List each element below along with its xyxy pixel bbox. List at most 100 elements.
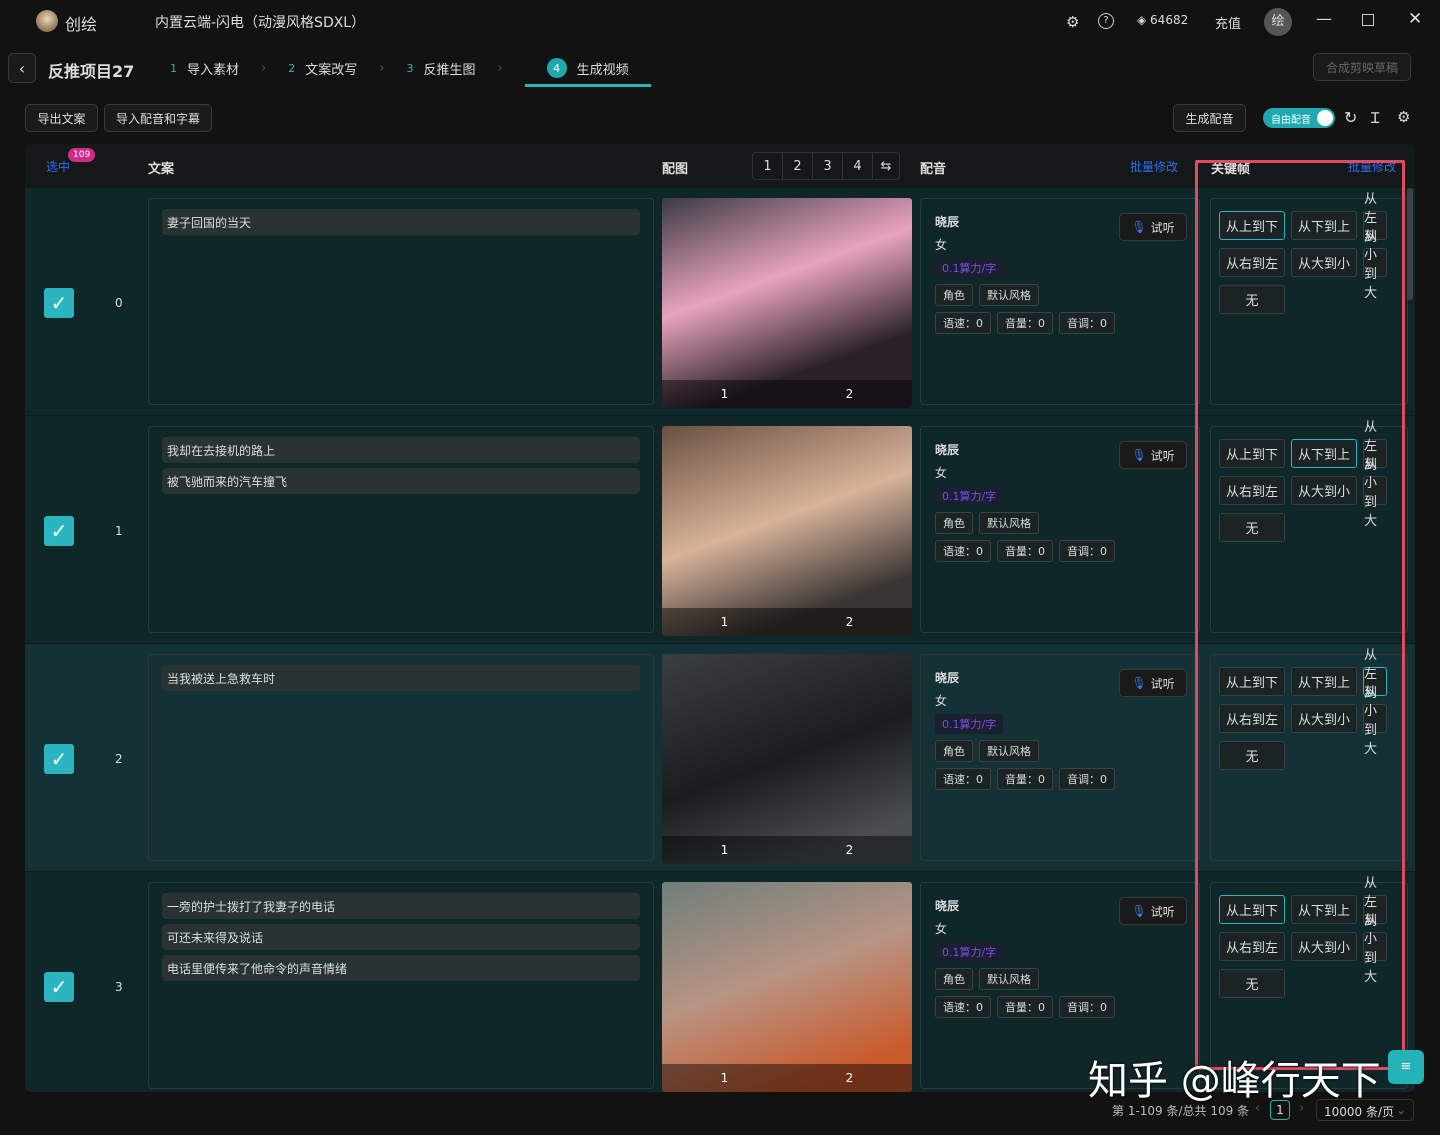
pitch-tag[interactable]: 音调：0: [1059, 540, 1115, 562]
next-page-button[interactable]: ›: [1299, 1101, 1304, 1116]
volume-tag[interactable]: 音量：0: [997, 996, 1053, 1018]
role-tag[interactable]: 角色: [935, 740, 973, 762]
volume-tag[interactable]: 音量：0: [997, 540, 1053, 562]
keyframe-option[interactable]: 从小到大: [1363, 229, 1387, 301]
step-generate-image[interactable]: 3 反推生图: [406, 59, 475, 78]
text-line[interactable]: 妻子回国的当天: [162, 209, 640, 235]
compose-draft-button[interactable]: 合成剪映草稿: [1313, 53, 1411, 81]
text-line[interactable]: 可还未来得及说话: [162, 924, 640, 950]
text-cursor-icon[interactable]: Ɪ: [1371, 108, 1379, 128]
credits[interactable]: ◈ 64682: [1137, 13, 1188, 27]
generate-voice-button[interactable]: 生成配音: [1173, 104, 1246, 132]
keyframe-option[interactable]: 从上到下: [1219, 895, 1285, 924]
speed-tag[interactable]: 语速：0: [935, 312, 991, 334]
page-2-button[interactable]: 2: [783, 153, 813, 179]
batch-edit-keyframe-link[interactable]: 批量修改: [1348, 158, 1396, 175]
select-all-link[interactable]: 选中: [46, 158, 70, 175]
batch-edit-voice-link[interactable]: 批量修改: [1130, 158, 1178, 175]
image-page-1[interactable]: 1: [721, 1071, 729, 1085]
scrollbar[interactable]: [1407, 188, 1413, 300]
style-tag[interactable]: 默认风格: [979, 740, 1039, 762]
image-page-1[interactable]: 1: [721, 615, 729, 629]
current-page[interactable]: 1: [1270, 1100, 1290, 1120]
prev-page-button[interactable]: ‹: [1255, 1101, 1260, 1116]
listen-button[interactable]: 🎙 试听: [1119, 669, 1187, 697]
text-line[interactable]: 电话里便传来了他命令的声音情绪: [162, 955, 640, 981]
image-page-1[interactable]: 1: [721, 843, 729, 857]
storyboard-image[interactable]: 12: [662, 882, 912, 1092]
volume-tag[interactable]: 音量：0: [997, 312, 1053, 334]
keyframe-option[interactable]: 从下到上: [1291, 211, 1357, 240]
role-tag[interactable]: 角色: [935, 512, 973, 534]
keyframe-option[interactable]: 从大到小: [1291, 932, 1357, 961]
role-tag[interactable]: 角色: [935, 284, 973, 306]
text-line[interactable]: 当我被送上急救车时: [162, 665, 640, 691]
step-rewrite[interactable]: 2 文案改写: [288, 59, 357, 78]
style-tag[interactable]: 默认风格: [979, 512, 1039, 534]
storyboard-image[interactable]: 12: [662, 654, 912, 864]
import-voice-button[interactable]: 导入配音和字幕: [104, 104, 212, 132]
image-page-2[interactable]: 2: [846, 387, 854, 401]
recharge-button[interactable]: 充值: [1215, 13, 1241, 32]
row-checkbox[interactable]: ✓: [44, 972, 74, 1002]
minimize-button[interactable]: —: [1316, 9, 1332, 28]
pitch-tag[interactable]: 音调：0: [1059, 312, 1115, 334]
keyframe-option[interactable]: 从上到下: [1219, 211, 1285, 240]
text-line[interactable]: 一旁的护士拨打了我妻子的电话: [162, 893, 640, 919]
style-tag[interactable]: 默认风格: [979, 284, 1039, 306]
speed-tag[interactable]: 语速：0: [935, 540, 991, 562]
listen-button[interactable]: 🎙 试听: [1119, 213, 1187, 241]
page-size-select[interactable]: 10000 条/页 ⌄: [1316, 1099, 1414, 1121]
maximize-button[interactable]: [1362, 14, 1374, 26]
style-tag[interactable]: 默认风格: [979, 968, 1039, 990]
image-page-1[interactable]: 1: [721, 387, 729, 401]
export-text-button[interactable]: 导出文案: [25, 104, 98, 132]
free-voice-toggle[interactable]: 自由配音: [1263, 108, 1335, 128]
image-page-2[interactable]: 2: [846, 615, 854, 629]
back-button[interactable]: ‹: [8, 53, 36, 83]
keyframe-option[interactable]: 从右到左: [1219, 932, 1285, 961]
page-3-button[interactable]: 3: [813, 153, 843, 179]
text-line[interactable]: 被飞驰而来的汽车撞飞: [162, 468, 640, 494]
keyframe-option[interactable]: 从下到上: [1291, 667, 1357, 696]
keyframe-option[interactable]: 从右到左: [1219, 248, 1285, 277]
keyframe-option[interactable]: 从小到大: [1363, 457, 1387, 529]
page-4-button[interactable]: 4: [843, 153, 873, 179]
pitch-tag[interactable]: 音调：0: [1059, 996, 1115, 1018]
image-page-2[interactable]: 2: [846, 1071, 854, 1085]
speed-tag[interactable]: 语速：0: [935, 768, 991, 790]
step-generate-video[interactable]: 4 生成视频: [524, 58, 651, 87]
keyframe-option[interactable]: 从上到下: [1219, 439, 1285, 468]
keyframe-option[interactable]: 从大到小: [1291, 704, 1357, 733]
storyboard-image[interactable]: 12: [662, 198, 912, 408]
keyframe-option[interactable]: 无: [1219, 969, 1285, 998]
storyboard-image[interactable]: 12: [662, 426, 912, 636]
keyframe-option[interactable]: 从小到大: [1363, 685, 1387, 757]
row-checkbox[interactable]: ✓: [44, 744, 74, 774]
listen-button[interactable]: 🎙 试听: [1119, 897, 1187, 925]
keyframe-option[interactable]: 从小到大: [1363, 913, 1387, 985]
keyframe-option[interactable]: 从大到小: [1291, 248, 1357, 277]
settings-icon[interactable]: ⚙: [1397, 108, 1410, 126]
image-page-2[interactable]: 2: [846, 843, 854, 857]
step-import[interactable]: 1 导入素材: [170, 59, 239, 78]
volume-tag[interactable]: 音量：0: [997, 768, 1053, 790]
text-line[interactable]: 我却在去接机的路上: [162, 437, 640, 463]
role-tag[interactable]: 角色: [935, 968, 973, 990]
keyframe-option[interactable]: 从上到下: [1219, 667, 1285, 696]
help-icon[interactable]: ?: [1098, 13, 1114, 29]
row-checkbox[interactable]: ✓: [44, 516, 74, 546]
avatar[interactable]: 绘: [1264, 8, 1292, 36]
keyframe-option[interactable]: 无: [1219, 285, 1285, 314]
settings-icon[interactable]: ⚙: [1066, 13, 1079, 31]
keyframe-option[interactable]: 从下到上: [1291, 895, 1357, 924]
refresh-icon[interactable]: ↻: [1344, 108, 1357, 127]
page-1-button[interactable]: 1: [753, 153, 783, 179]
menu-icon[interactable]: ≡: [1388, 1050, 1424, 1084]
keyframe-option[interactable]: 从下到上: [1291, 439, 1357, 468]
listen-button[interactable]: 🎙 试听: [1119, 441, 1187, 469]
keyframe-option[interactable]: 无: [1219, 741, 1285, 770]
row-checkbox[interactable]: ✓: [44, 288, 74, 318]
keyframe-option[interactable]: 从大到小: [1291, 476, 1357, 505]
swap-icon[interactable]: ⇆: [873, 153, 899, 179]
